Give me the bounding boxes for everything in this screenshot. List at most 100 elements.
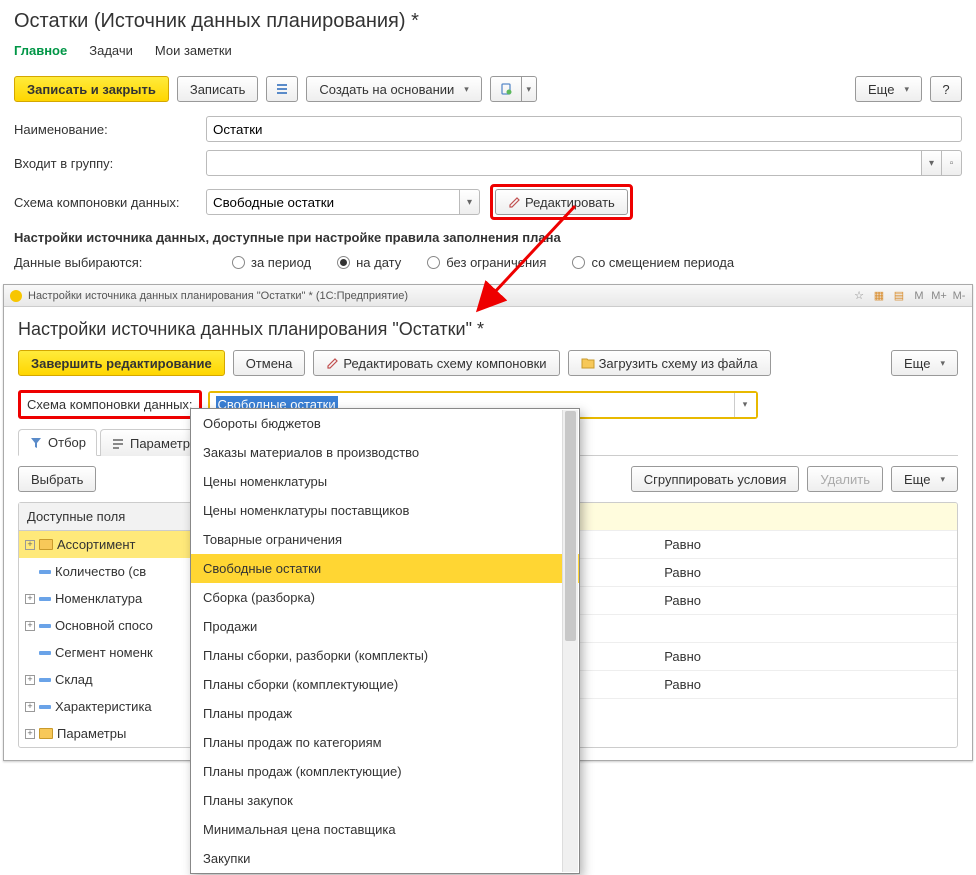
link-icon-button[interactable] bbox=[490, 76, 522, 102]
m-button[interactable]: M bbox=[912, 289, 926, 303]
calendar-icon[interactable]: ▤ bbox=[892, 289, 906, 303]
schema-label: Схема компоновки данных: bbox=[14, 195, 206, 210]
child-more-button[interactable]: Еще bbox=[891, 350, 958, 376]
tree-row[interactable]: +Сегмент номенк bbox=[19, 639, 195, 666]
dropdown-item[interactable]: Свободные остатки bbox=[191, 554, 579, 583]
tree-item-label: Параметры bbox=[57, 726, 126, 741]
schema-combo-dropdown[interactable]: ▾ bbox=[734, 393, 756, 417]
dropdown-item[interactable]: Минимальная цена поставщика bbox=[191, 815, 579, 844]
funnel-icon bbox=[29, 436, 43, 450]
dropdown-item[interactable]: Планы продаж по категориям bbox=[191, 728, 579, 757]
save-button[interactable]: Записать bbox=[177, 76, 259, 102]
grid-more-button[interactable]: Еще bbox=[891, 466, 958, 492]
dropdown-item[interactable]: Планы сборки (комплектующие) bbox=[191, 670, 579, 699]
link-icon bbox=[499, 82, 513, 96]
child-titlebar[interactable]: Настройки источника данных планирования … bbox=[4, 285, 972, 307]
child-title: Настройки источника данных планирования … bbox=[18, 319, 958, 340]
tree-row[interactable]: + Ассортимент bbox=[19, 531, 195, 558]
scrollbar-thumb[interactable] bbox=[565, 411, 576, 641]
available-fields-header: Доступные поля bbox=[19, 503, 195, 531]
radio-period[interactable]: за период bbox=[232, 255, 311, 270]
tree-row[interactable]: + Склад bbox=[19, 666, 195, 693]
dropdown-scrollbar[interactable] bbox=[562, 410, 578, 872]
tree-item-label: Количество (св bbox=[55, 564, 146, 579]
tab-tasks[interactable]: Задачи bbox=[89, 43, 133, 62]
tree-item-label: Номенклатура bbox=[55, 591, 142, 606]
select-button[interactable]: Выбрать bbox=[18, 466, 96, 492]
field-icon bbox=[39, 705, 51, 709]
radio-date[interactable]: на дату bbox=[337, 255, 401, 270]
tab-notes[interactable]: Мои заметки bbox=[155, 43, 232, 62]
more-button[interactable]: Еще bbox=[855, 76, 922, 102]
radio-offset[interactable]: со смещением периода bbox=[572, 255, 734, 270]
create-based-button[interactable]: Создать на основании bbox=[306, 76, 481, 102]
condition-compare-cell bbox=[656, 623, 957, 635]
child-toolbar: Завершить редактирование Отмена Редактир… bbox=[18, 350, 958, 376]
field-icon bbox=[39, 597, 51, 601]
tree-item-label: Основной спосо bbox=[55, 618, 153, 633]
tree-expand-icon[interactable]: + bbox=[25, 729, 35, 739]
tree-expand-icon[interactable]: + bbox=[25, 702, 35, 712]
radio-nolimit[interactable]: без ограничения bbox=[427, 255, 546, 270]
dropdown-item[interactable]: Закупки bbox=[191, 844, 579, 873]
group-conditions-button[interactable]: Сгруппировать условия bbox=[631, 466, 800, 492]
dropdown-item[interactable]: Продажи bbox=[191, 612, 579, 641]
delete-button[interactable]: Удалить bbox=[807, 466, 883, 492]
list-icon-button[interactable] bbox=[266, 76, 298, 102]
star-icon[interactable]: ☆ bbox=[852, 289, 866, 303]
finish-edit-button[interactable]: Завершить редактирование bbox=[18, 350, 225, 376]
edit-schema-button[interactable]: Редактировать bbox=[495, 189, 628, 215]
tab-main[interactable]: Главное bbox=[14, 43, 67, 62]
tree-item-label: Склад bbox=[55, 672, 93, 687]
condition-compare-cell: Равно bbox=[656, 671, 957, 698]
dropdown-item[interactable]: Товарные ограничения bbox=[191, 525, 579, 554]
tree-row[interactable]: + Номенклатура bbox=[19, 585, 195, 612]
cancel-button[interactable]: Отмена bbox=[233, 350, 306, 376]
page-title: Остатки (Источник данных планирования) * bbox=[14, 10, 962, 33]
condition-compare-cell bbox=[656, 511, 957, 523]
tree-row[interactable]: + Характеристика bbox=[19, 693, 195, 720]
condition-compare-cell: Равно bbox=[656, 559, 957, 586]
dropdown-item[interactable]: Цены номенклатуры поставщиков bbox=[191, 496, 579, 525]
dropdown-item[interactable]: Планы сборки, разборки (комплекты) bbox=[191, 641, 579, 670]
mminus-button[interactable]: M- bbox=[952, 289, 966, 303]
dropdown-item[interactable]: Заказы материалов в производство bbox=[191, 438, 579, 467]
folder-icon bbox=[581, 357, 595, 369]
dropdown-item[interactable]: Планы продаж bbox=[191, 699, 579, 728]
dropdown-item[interactable]: Планы закупок bbox=[191, 786, 579, 815]
tree-expand-icon[interactable]: + bbox=[25, 540, 35, 550]
main-toolbar: Записать и закрыть Записать Создать на о… bbox=[14, 76, 962, 102]
tree-expand-icon[interactable]: + bbox=[25, 594, 35, 604]
dropdown-item[interactable]: Цены номенклатуры bbox=[191, 467, 579, 496]
link-dropdown-button[interactable]: ▾ bbox=[521, 76, 537, 102]
sub-tab-filter[interactable]: Отбор bbox=[18, 429, 97, 456]
field-icon bbox=[39, 678, 51, 682]
help-button[interactable]: ? bbox=[930, 76, 962, 102]
tree-row[interactable]: +Количество (св bbox=[19, 558, 195, 585]
tree-item-label: Ассортимент bbox=[57, 537, 136, 552]
fields-tree[interactable]: +Ассортимент+Количество (св+Номенклатура… bbox=[19, 531, 195, 747]
dropdown-item[interactable]: Обороты бюджетов bbox=[191, 409, 579, 438]
list-icon bbox=[275, 82, 289, 96]
tree-row[interactable]: + Основной спосо bbox=[19, 612, 195, 639]
period-label: Данные выбираются: bbox=[14, 255, 206, 270]
group-open-btn[interactable]: ▫ bbox=[942, 150, 962, 176]
schema-dropdown-btn[interactable]: ▾ bbox=[460, 189, 480, 215]
save-close-button[interactable]: Записать и закрыть bbox=[14, 76, 169, 102]
group-dropdown-btn[interactable]: ▾ bbox=[922, 150, 942, 176]
mplus-button[interactable]: M+ bbox=[932, 289, 946, 303]
schema-input[interactable] bbox=[206, 189, 460, 215]
section-title: Настройки источника данных, доступные пр… bbox=[14, 230, 962, 245]
calc-icon[interactable]: ▦ bbox=[872, 289, 886, 303]
tree-row[interactable]: + Параметры bbox=[19, 720, 195, 747]
dropdown-item[interactable]: Планы продаж (комплектующие) bbox=[191, 757, 579, 786]
load-from-file-button[interactable]: Загрузить схему из файла bbox=[568, 350, 771, 376]
tree-expand-icon[interactable]: + bbox=[25, 675, 35, 685]
group-input[interactable] bbox=[206, 150, 922, 176]
schema-dropdown-list[interactable]: Обороты бюджетовЗаказы материалов в прои… bbox=[190, 408, 580, 874]
name-input[interactable] bbox=[206, 116, 962, 142]
edit-schema-comp-button[interactable]: Редактировать схему компоновки bbox=[313, 350, 559, 376]
tree-expand-icon[interactable]: + bbox=[25, 621, 35, 631]
tree-item-label: Характеристика bbox=[55, 699, 152, 714]
dropdown-item[interactable]: Сборка (разборка) bbox=[191, 583, 579, 612]
